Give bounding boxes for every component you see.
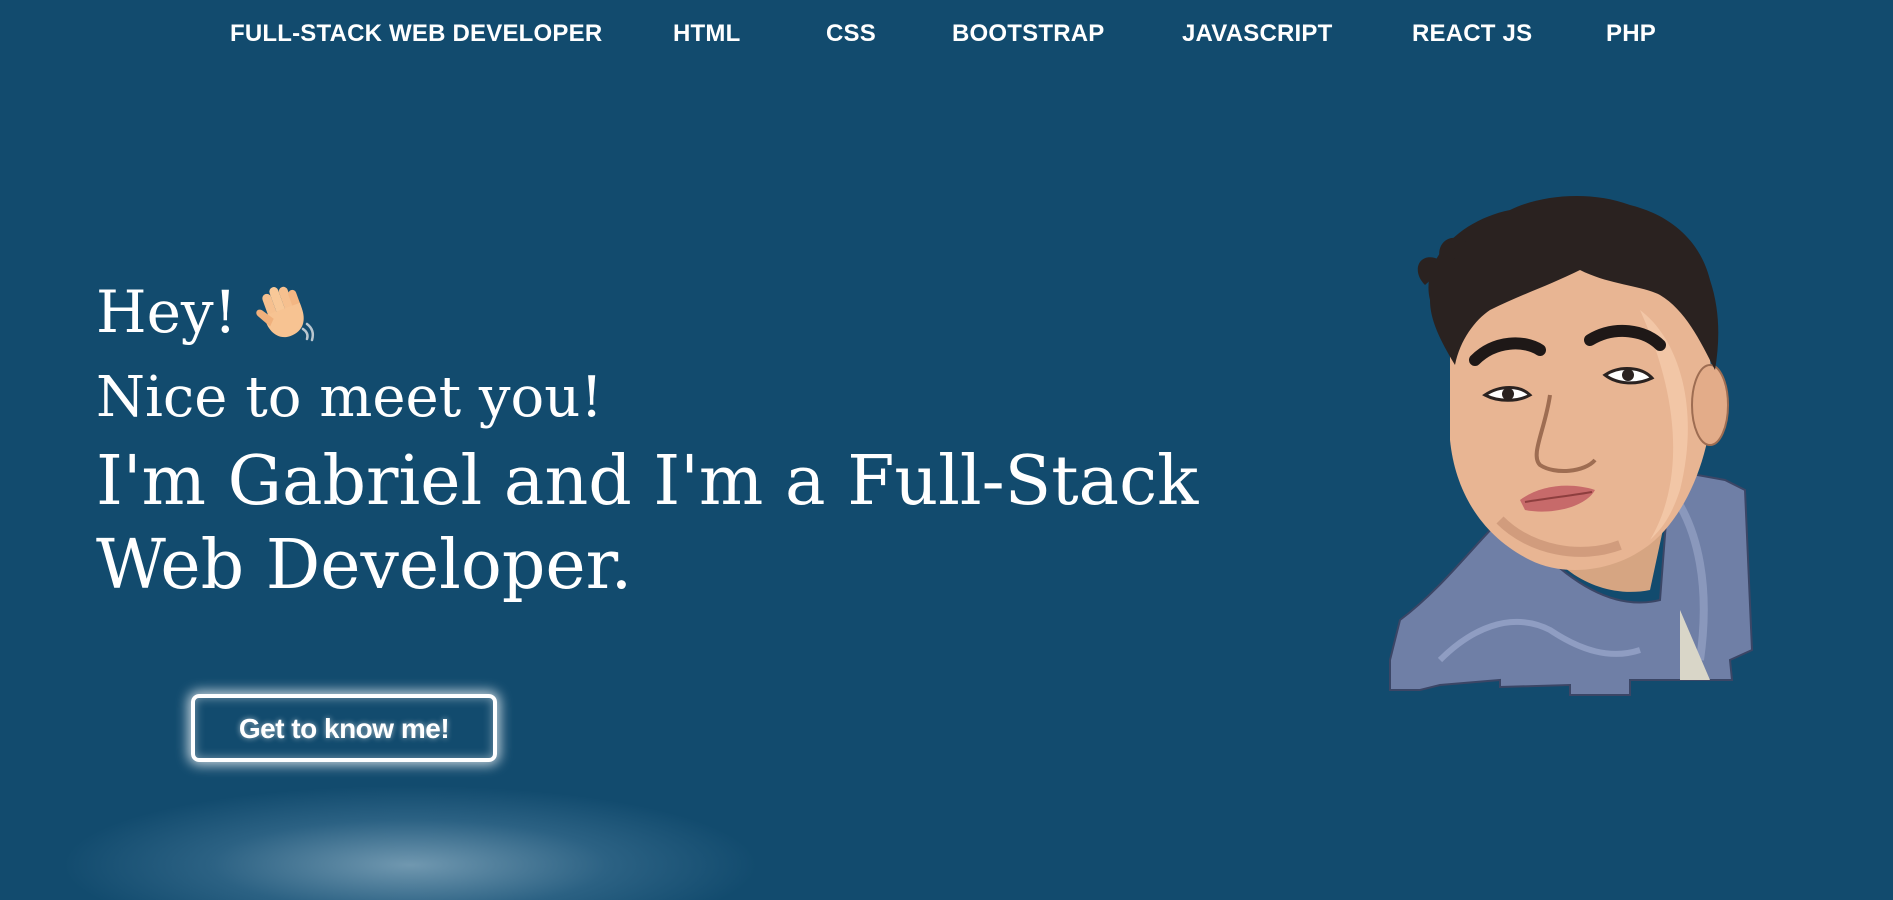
button-glow-decoration xyxy=(60,785,760,900)
greeting-text: Hey! xyxy=(96,278,237,346)
subtitle-text: Nice to meet you! xyxy=(96,365,603,430)
nav-item-php[interactable]: PHP xyxy=(1606,20,1656,48)
nav-item-javascript[interactable]: JAVASCRIPT xyxy=(1182,20,1332,48)
nav-item-full-stack-web-developer[interactable]: FULL-STACK WEB DEVELOPER xyxy=(230,20,602,48)
nav-item-css[interactable]: CSS xyxy=(826,20,876,48)
get-to-know-me-button[interactable]: Get to know me! xyxy=(191,694,497,762)
waving-hand-icon xyxy=(251,279,317,345)
nav-item-react-js[interactable]: REACT JS xyxy=(1412,20,1532,48)
greeting-line: Hey! xyxy=(96,270,1246,354)
nav-item-html[interactable]: HTML xyxy=(673,20,740,48)
top-navigation: FULL-STACK WEB DEVELOPER HTML CSS BOOTST… xyxy=(0,0,1893,70)
landing-page: FULL-STACK WEB DEVELOPER HTML CSS BOOTST… xyxy=(0,0,1893,900)
intro-heading: I'm Gabriel and I'm a Full-Stack Web Dev… xyxy=(96,442,1199,605)
avatar-illustration xyxy=(1380,190,1765,710)
nav-item-bootstrap[interactable]: BOOTSTRAP xyxy=(952,20,1104,48)
hero-section: Hey! Nice to meet you! I'm Gabriel and I… xyxy=(96,270,1246,608)
